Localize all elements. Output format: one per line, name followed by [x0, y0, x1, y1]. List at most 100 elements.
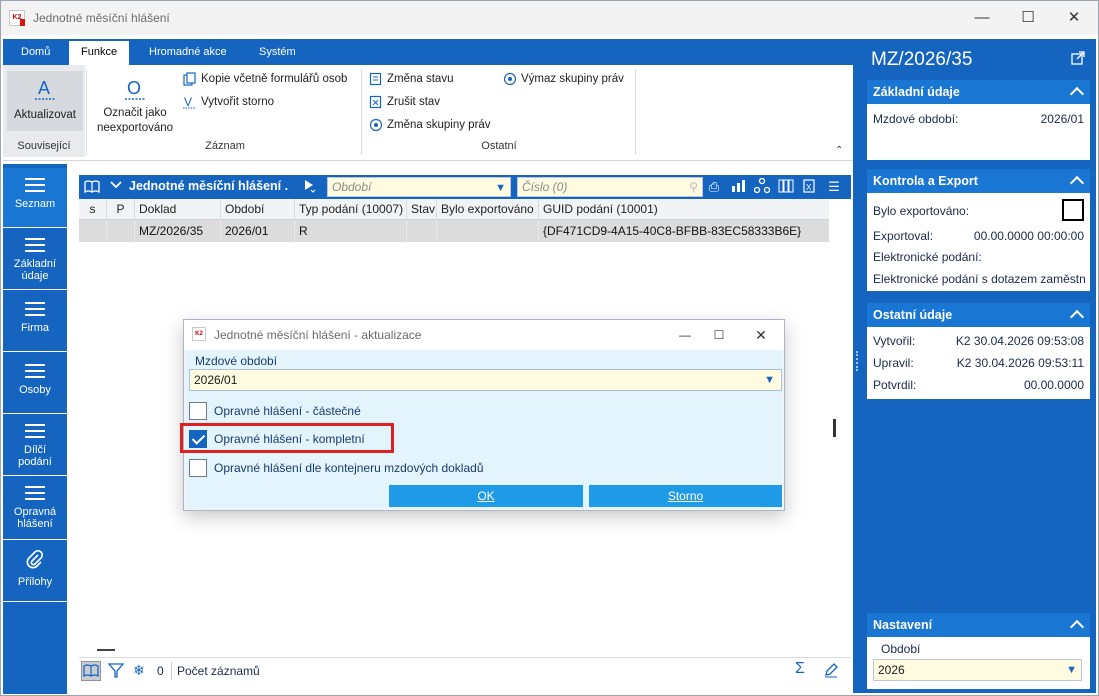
sum-icon[interactable]: Σ — [795, 660, 805, 678]
horizontal-scrollbar-thumb[interactable] — [97, 649, 115, 651]
column-header[interactable]: P — [107, 199, 135, 220]
user-code: K2 — [955, 334, 971, 348]
partial-checkbox[interactable] — [189, 402, 207, 420]
search-icon[interactable]: ⚲ — [689, 178, 698, 196]
dialog-minimize-button[interactable]: — — [668, 324, 702, 346]
tab-hromadne-akce[interactable]: Hromadné akce — [137, 39, 239, 65]
columns-icon[interactable] — [777, 178, 795, 196]
splitter-grip — [856, 351, 858, 371]
column-header[interactable]: GUID podání (10001) — [539, 199, 829, 220]
column-header[interactable]: Období — [221, 199, 295, 220]
field-row: Elektronické podání s dotazem zaměstn — [873, 270, 1086, 288]
column-header[interactable]: Doklad — [135, 199, 221, 220]
column-header[interactable]: Bylo exportováno — [437, 199, 539, 220]
section-body-kontrola: Bylo exportováno: Exportoval: 00.00.0000… — [867, 193, 1090, 291]
complete-checkbox[interactable] — [189, 430, 207, 448]
section-header-kontrola[interactable]: Kontrola a Export — [867, 169, 1090, 193]
field-row: Mzdové období: 2026/01 — [873, 110, 1084, 128]
exported-checkbox[interactable] — [1062, 199, 1084, 221]
number-filter-input[interactable]: Číslo (0) ⚲ — [517, 177, 703, 197]
rights-group-icon — [369, 118, 383, 132]
chevron-up-icon[interactable] — [1069, 309, 1085, 325]
svg-text:X: X — [806, 183, 812, 192]
change-state-button[interactable]: Změna stavu — [369, 69, 499, 89]
table-cell: MZ/2026/35 — [135, 220, 221, 242]
section-header-nastaveni[interactable]: Nastavení — [867, 613, 1090, 637]
user-code: K2 — [956, 356, 972, 370]
nav-item-prilohy[interactable]: Přílohy — [3, 542, 67, 602]
field-label: Potvrdil: — [873, 378, 917, 392]
refresh-button[interactable]: A Aktualizovat — [7, 71, 83, 131]
list-icon — [25, 178, 45, 192]
play-filter-icon[interactable] — [301, 178, 319, 196]
column-header[interactable]: s — [79, 199, 107, 220]
nav-item-firma[interactable]: Firma — [3, 292, 67, 352]
section-header-ostatni[interactable]: Ostatní údaje — [867, 303, 1090, 327]
close-button[interactable]: ✕ — [1051, 1, 1097, 35]
table-cell: {DF471CD9-4A15-40C8-BFBB-83EC58333B6E} — [543, 224, 802, 238]
period-setting-select[interactable]: 2026 ▼ — [873, 659, 1082, 681]
field-value: 2026/01 — [1040, 112, 1084, 126]
divider — [171, 662, 172, 680]
minimize-button[interactable]: — — [959, 1, 1005, 35]
column-header[interactable]: Stav — [407, 199, 437, 220]
field-row: Bylo exportováno: — [873, 199, 1084, 221]
open-external-icon[interactable] — [1071, 51, 1085, 65]
chevron-down-icon[interactable] — [107, 178, 125, 196]
book-icon[interactable] — [81, 661, 101, 681]
chevron-up-icon[interactable] — [1069, 175, 1085, 191]
dialog-close-button[interactable]: ✕ — [744, 324, 778, 346]
column-header[interactable]: Typ podání (10007) — [295, 199, 407, 220]
dialog-maximize-button[interactable]: ☐ — [702, 324, 736, 346]
maximize-button[interactable]: ☐ — [1005, 1, 1051, 35]
table-cell — [79, 220, 107, 242]
table-row[interactable]: MZ/2026/35 2026/01 R {DF471CD9-4A15-40C8… — [79, 220, 829, 242]
tab-funkce[interactable]: Funkce — [69, 41, 130, 65]
menu-icon[interactable]: ☰ — [825, 178, 843, 196]
v-storno-icon: V — [183, 95, 197, 109]
group-label-souvisejici: Související — [17, 140, 71, 152]
cancel-state-icon — [369, 95, 383, 109]
dropdown-icon[interactable]: ▼ — [1066, 660, 1077, 680]
chart-icon[interactable] — [729, 178, 747, 196]
create-storno-button[interactable]: V Vytvořit storno — [183, 92, 359, 112]
mark-not-exported-button[interactable]: O Označit jako neexportováno — [93, 71, 177, 137]
list-icon — [25, 238, 45, 252]
option-partial[interactable]: Opravné hlášení - částečné — [189, 400, 489, 422]
nav-item-osoby[interactable]: Osoby — [3, 354, 67, 414]
export-icon[interactable]: X — [801, 178, 819, 196]
remove-rights-group-button[interactable]: Výmaz skupiny práv — [503, 69, 637, 89]
nav-item-opravna-hlaseni[interactable]: Opravná hlášení — [3, 478, 67, 540]
vertical-scrollbar-thumb[interactable] — [833, 419, 836, 437]
collapse-ribbon-icon[interactable]: ⌃ — [835, 145, 843, 156]
ok-button[interactable]: OK — [389, 485, 583, 507]
period-filter-input[interactable]: Období ▼ — [327, 177, 511, 197]
container-checkbox[interactable] — [189, 459, 207, 477]
period-select[interactable]: 2026/01 ▼ — [189, 369, 782, 391]
chevron-up-icon[interactable] — [1069, 86, 1085, 102]
chevron-up-icon[interactable] — [1069, 619, 1085, 635]
change-rights-group-button[interactable]: Změna skupiny práv — [369, 115, 519, 135]
dropdown-icon[interactable]: ▼ — [495, 179, 506, 197]
period-setting-label: Období — [881, 642, 921, 656]
nav-item-zakladni-udaje[interactable]: Základní údaje — [3, 230, 67, 290]
change-state-icon — [369, 72, 383, 86]
dropdown-icon[interactable]: ▼ — [764, 370, 775, 390]
option-complete[interactable]: Opravné hlášení - kompletní — [189, 429, 389, 451]
nav-item-seznam[interactable]: Seznam — [3, 168, 67, 228]
book-icon[interactable] — [83, 178, 101, 196]
copy-with-forms-button[interactable]: Kopie včetně formulářů osob — [183, 69, 359, 89]
option-container[interactable]: Opravné hlášení dle kontejneru mzdových … — [189, 458, 589, 480]
snowflake-icon[interactable]: ❄ — [133, 662, 149, 680]
print-icon[interactable]: ⎙ — [705, 178, 723, 196]
tab-domu[interactable]: Domů — [9, 39, 62, 65]
group-label-ostatni: Ostatní — [481, 140, 517, 152]
filter-icon[interactable] — [107, 662, 125, 680]
section-header-zakladni[interactable]: Základní údaje — [867, 80, 1090, 104]
cancel-state-button[interactable]: Zrušit stav — [369, 92, 499, 112]
tab-system[interactable]: Systém — [247, 39, 308, 65]
edit-icon[interactable] — [823, 662, 839, 678]
nav-item-dilci-podani[interactable]: Dílčí podání — [3, 416, 67, 476]
hierarchy-icon[interactable] — [753, 177, 771, 196]
storno-button[interactable]: Storno — [589, 485, 782, 507]
